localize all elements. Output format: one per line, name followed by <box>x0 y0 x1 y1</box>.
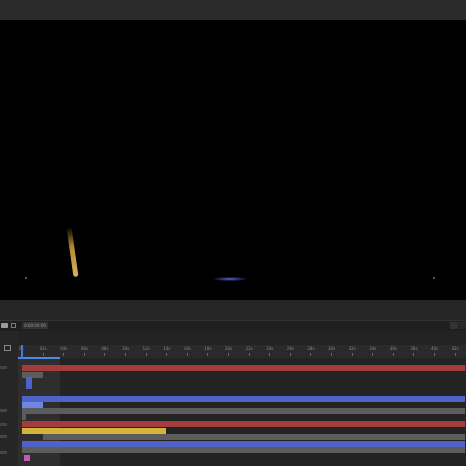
top-bar <box>0 0 466 20</box>
playhead[interactable] <box>21 345 23 359</box>
ruler-tick <box>434 353 435 356</box>
timecode-display[interactable]: 0:00:00:00 <box>22 322 48 329</box>
ruler-tick-label: 32s <box>348 346 356 351</box>
ruler-tick-label: 38s <box>410 346 418 351</box>
panel-options[interactable] <box>459 322 466 329</box>
time-ruler[interactable]: 0s02s04s06s08s10s12s14s16s18s20s22s24s26… <box>18 345 466 358</box>
ruler-tick-label: 22s <box>245 346 253 351</box>
ruler-tick <box>186 353 188 356</box>
ruler-tick <box>145 353 147 356</box>
layer-bar-11[interactable] <box>42 434 465 440</box>
ruler-tick <box>125 353 126 356</box>
ruler-tick-label: 18s <box>204 346 212 351</box>
layer-bar-8[interactable] <box>22 414 27 420</box>
ruler-tick-label: 26s <box>286 346 294 351</box>
ruler-tick-label: 06s <box>80 346 88 351</box>
ruler-tick <box>310 353 312 356</box>
ruler-tick-label: 36s <box>389 346 397 351</box>
ruler-tick-label: 30s <box>328 346 336 351</box>
layer-marker <box>0 423 7 426</box>
ruler-tick <box>289 353 291 356</box>
ruler-tick <box>228 353 229 356</box>
ruler-tick-label: 34s <box>369 346 377 351</box>
ruler-tick <box>454 353 456 356</box>
ruler-tick-label: 24s <box>266 346 274 351</box>
ruler-tick-label: 20s <box>225 346 233 351</box>
layer-bar-13[interactable] <box>22 447 465 453</box>
ruler-tick-label: 40s <box>431 346 439 351</box>
layer-marker <box>0 451 7 454</box>
ruler-tick <box>42 353 44 356</box>
layer-bar-5[interactable] <box>22 396 465 402</box>
layer-bar-1[interactable] <box>22 365 465 371</box>
layer-bar-4[interactable] <box>26 383 33 389</box>
viewer-light-streak <box>66 226 79 278</box>
ruler-tick <box>413 353 415 356</box>
timeline-header: 0:00:00:00 <box>0 320 466 331</box>
ruler-tick-label: 16s <box>183 346 191 351</box>
layer-bar-9[interactable] <box>22 421 465 427</box>
ruler-tick-label: 14s <box>163 346 171 351</box>
panel-menu-icon[interactable] <box>450 322 458 329</box>
timeline-panel: 0s02s04s06s08s10s12s14s16s18s20s22s24s26… <box>0 331 466 466</box>
layer-marker <box>0 366 7 369</box>
layer-bar-14[interactable] <box>24 455 31 461</box>
composition-icon[interactable] <box>4 345 11 351</box>
layer-marker <box>0 435 7 438</box>
ruler-tick <box>331 353 332 356</box>
ruler-tick <box>63 353 65 356</box>
ruler-tick <box>104 353 106 356</box>
viewer-particle <box>433 277 435 279</box>
work-area-bar[interactable] <box>18 357 60 359</box>
viewer-blue-glow <box>213 277 247 281</box>
ruler-tick-label: 12s <box>142 346 150 351</box>
lock-icon[interactable] <box>11 323 16 328</box>
layer-bar-2[interactable] <box>22 372 43 378</box>
ruler-tick <box>351 353 353 356</box>
ruler-tick <box>372 353 374 356</box>
viewer-particle <box>25 277 27 279</box>
ruler-tick <box>207 353 209 356</box>
ruler-tick <box>392 353 394 356</box>
ruler-tick <box>248 353 250 356</box>
ruler-tick-label: 42s <box>451 346 459 351</box>
ruler-tick-label: 04s <box>60 346 68 351</box>
layer-marker <box>0 409 7 412</box>
ruler-tick-label: 28s <box>307 346 315 351</box>
ruler-tick <box>166 353 168 356</box>
camera-icon[interactable] <box>1 323 8 328</box>
ruler-tick-label: 02s <box>39 346 47 351</box>
ruler-tick-label: 08s <box>101 346 109 351</box>
ruler-tick <box>83 353 85 356</box>
ruler-tick <box>269 353 271 356</box>
composition-viewer[interactable] <box>0 20 466 300</box>
layer-column <box>0 331 18 466</box>
ruler-tick-label: 10s <box>122 346 130 351</box>
panel-divider <box>0 300 466 320</box>
layer-bar-7[interactable] <box>22 408 465 414</box>
